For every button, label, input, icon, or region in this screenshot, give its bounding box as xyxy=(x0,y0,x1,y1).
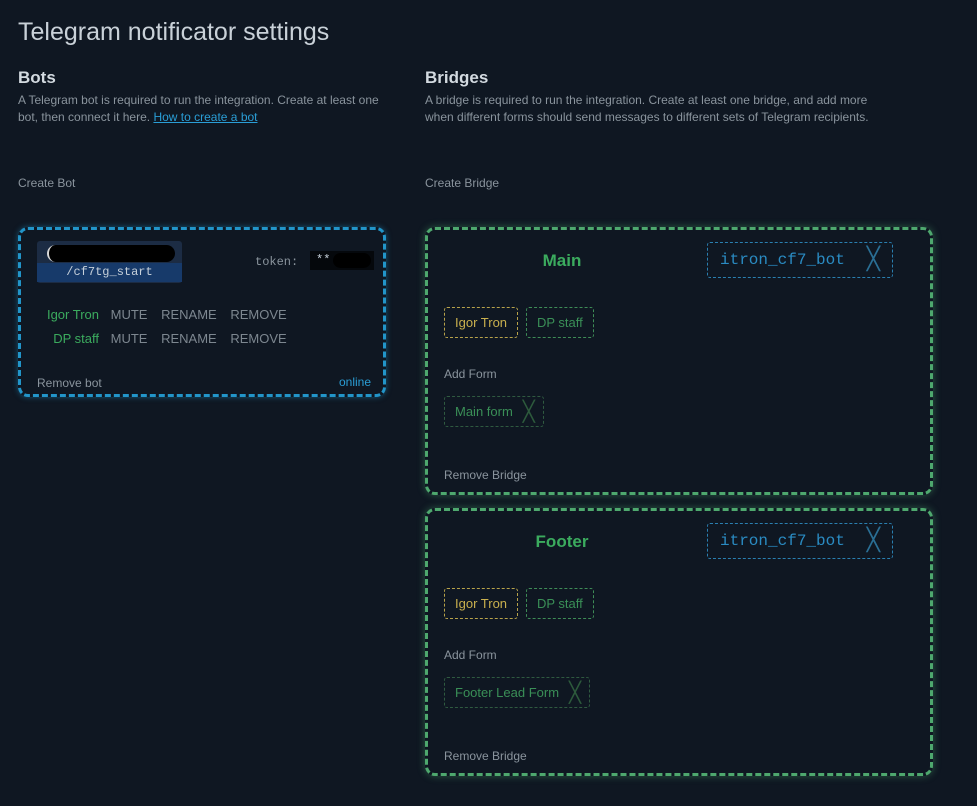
recipient-name: Igor Tron xyxy=(46,307,99,322)
recipient-tag[interactable]: Igor Tron xyxy=(444,307,519,338)
bridge-bot-selector[interactable]: itron_cf7_bot ╳ xyxy=(707,523,893,559)
bridge-name[interactable]: Footer xyxy=(428,532,696,552)
bots-description: A Telegram bot is required to run the in… xyxy=(18,92,398,126)
token-redacted xyxy=(333,253,371,268)
rename-button[interactable]: RENAME xyxy=(161,307,217,322)
add-form-button[interactable]: Add Form xyxy=(444,367,497,381)
bot-card: /cf7tg_start token: ** Igor Tron MUTE RE… xyxy=(18,227,386,397)
remove-bridge-button[interactable]: Remove Bridge xyxy=(444,468,527,482)
remove-button[interactable]: REMOVE xyxy=(230,307,286,322)
bot-name-redacted xyxy=(47,245,175,262)
bridge-name[interactable]: Main xyxy=(428,251,696,271)
form-tag: Main form ╳ xyxy=(444,396,544,427)
rename-button[interactable]: RENAME xyxy=(161,331,217,346)
close-icon[interactable]: ╳ xyxy=(523,397,535,426)
remove-button[interactable]: REMOVE xyxy=(230,331,286,346)
form-tag: Footer Lead Form ╳ xyxy=(444,677,591,708)
token-label: token: xyxy=(255,255,299,269)
token-value: ** xyxy=(316,253,331,267)
bridge-bot-name: itron_cf7_bot xyxy=(720,532,845,550)
form-name: Main form xyxy=(455,404,513,419)
remove-bot-button[interactable]: Remove bot xyxy=(37,376,102,390)
recipient-tag[interactable]: Igor Tron xyxy=(444,588,519,619)
bridge-card-main: Main itron_cf7_bot ╳ Igor Tron DP staff … xyxy=(425,227,933,495)
bridge-bot-selector[interactable]: itron_cf7_bot ╳ xyxy=(707,242,893,278)
close-icon[interactable]: ╳ xyxy=(867,243,880,277)
bot-status: online xyxy=(339,375,372,389)
bot-recipient-row: DP staff MUTE RENAME REMOVE xyxy=(0,331,297,349)
bot-badge: /cf7tg_start xyxy=(37,241,182,283)
create-bot-button[interactable]: Create Bot xyxy=(18,176,75,190)
page-title: Telegram notificator settings xyxy=(18,18,330,46)
add-form-button[interactable]: Add Form xyxy=(444,648,497,662)
close-icon[interactable]: ╳ xyxy=(569,678,581,707)
mute-button[interactable]: MUTE xyxy=(111,331,148,346)
how-to-create-bot-link[interactable]: How to create a bot xyxy=(153,110,257,124)
recipient-tag[interactable]: DP staff xyxy=(526,588,594,619)
bridge-card-footer: Footer itron_cf7_bot ╳ Igor Tron DP staf… xyxy=(425,508,933,776)
form-name: Footer Lead Form xyxy=(455,685,560,700)
bridges-heading: Bridges xyxy=(425,68,489,87)
recipient-tag[interactable]: DP staff xyxy=(526,307,594,338)
bridges-description: A bridge is required to run the integrat… xyxy=(425,93,869,124)
remove-bridge-button[interactable]: Remove Bridge xyxy=(444,749,527,763)
close-icon[interactable]: ╳ xyxy=(867,524,880,558)
mute-button[interactable]: MUTE xyxy=(111,307,148,322)
create-bridge-button[interactable]: Create Bridge xyxy=(425,176,499,190)
token-field[interactable]: ** xyxy=(310,251,374,270)
recipient-name: DP staff xyxy=(53,331,99,346)
bots-heading: Bots xyxy=(18,68,56,87)
bot-recipient-row: Igor Tron MUTE RENAME REMOVE xyxy=(0,307,297,325)
bot-start-command[interactable]: /cf7tg_start xyxy=(37,263,182,282)
bridge-bot-name: itron_cf7_bot xyxy=(720,251,845,269)
